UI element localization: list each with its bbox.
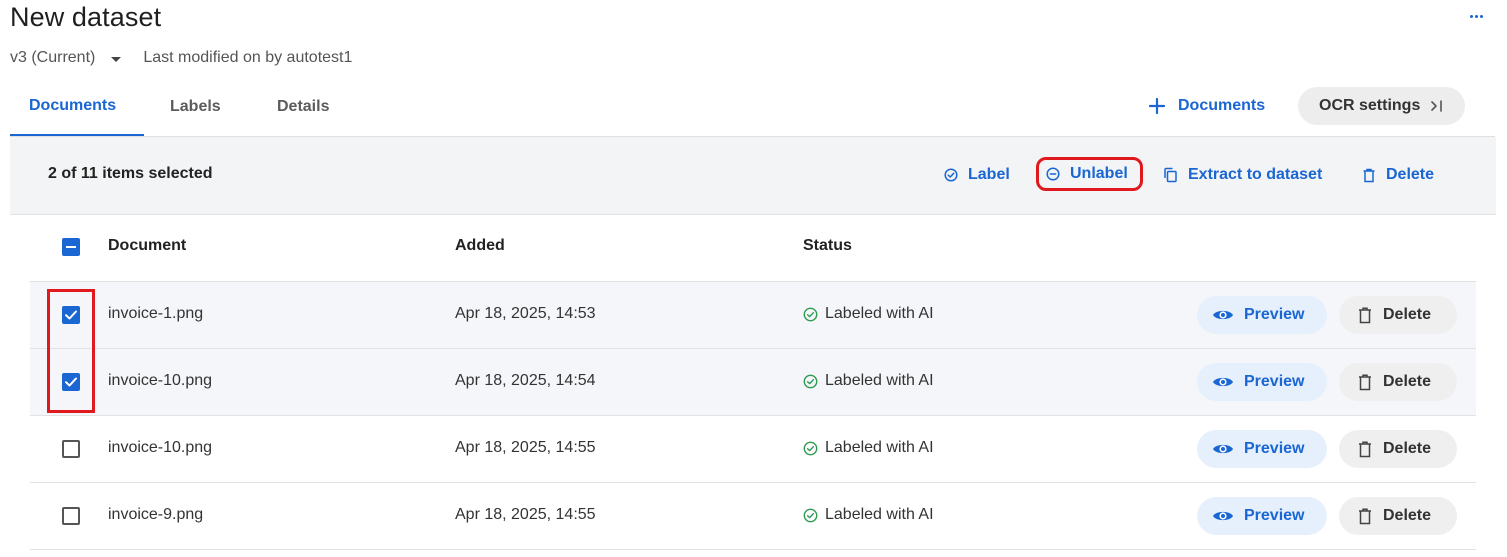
more-icon-dot <box>1479 14 1483 18</box>
unlabel-button[interactable]: Unlabel <box>1036 157 1143 191</box>
column-header-status[interactable]: Status <box>803 237 852 255</box>
preview-label: Preview <box>1244 306 1305 323</box>
more-options-button[interactable] <box>1465 9 1487 23</box>
select-all-checkbox[interactable] <box>62 238 80 256</box>
delete-row-button[interactable]: Delete <box>1339 430 1457 468</box>
eye-icon <box>1213 310 1233 320</box>
extract-to-dataset-button[interactable]: Extract to dataset <box>1163 163 1322 187</box>
copy-icon <box>1164 167 1177 183</box>
check-circle-icon <box>803 374 818 388</box>
version-selector[interactable]: v3 (Current) <box>10 49 122 67</box>
chevron-down-icon <box>111 56 122 62</box>
added-date: Apr 18, 2025, 14:53 <box>455 305 596 322</box>
added-date: Apr 18, 2025, 14:55 <box>455 506 596 523</box>
tab-labels[interactable]: Labels <box>144 78 254 136</box>
delete-row-button[interactable]: Delete <box>1339 363 1457 401</box>
minus-circle-icon <box>1046 167 1060 181</box>
preview-button[interactable]: Preview <box>1197 363 1327 401</box>
trash-icon <box>1359 306 1371 323</box>
delete-label: Delete <box>1383 373 1432 390</box>
check-circle-icon <box>803 441 818 455</box>
selection-toolbar: 2 of 11 items selected Label Unlabel Ext… <box>10 137 1496 215</box>
column-header-document[interactable]: Document <box>108 237 186 255</box>
eye-icon <box>1213 444 1233 454</box>
delete-label: Delete <box>1383 440 1432 457</box>
preview-label: Preview <box>1244 373 1305 390</box>
table-row[interactable]: invoice-9.png Apr 18, 2025, 14:55 Labele… <box>30 483 1476 550</box>
status-cell: Labeled with AI <box>803 506 934 524</box>
column-header-added[interactable]: Added <box>455 237 505 255</box>
more-icon-dot <box>1474 14 1478 18</box>
status-text: Labeled with AI <box>825 372 934 389</box>
status-cell: Labeled with AI <box>803 305 934 323</box>
row-checkbox[interactable] <box>62 507 80 525</box>
delete-label: Delete <box>1383 306 1432 323</box>
document-name[interactable]: invoice-9.png <box>108 506 203 524</box>
trash-icon <box>1359 440 1371 457</box>
delete-row-button[interactable]: Delete <box>1339 296 1457 334</box>
unlabel-button-text: Unlabel <box>1070 165 1128 182</box>
document-name[interactable]: invoice-1.png <box>108 305 203 323</box>
added-date: Apr 18, 2025, 14:55 <box>455 439 596 456</box>
status-cell: Labeled with AI <box>803 439 934 457</box>
preview-button[interactable]: Preview <box>1197 497 1327 535</box>
preview-label: Preview <box>1244 507 1305 524</box>
status-text: Labeled with AI <box>825 439 934 456</box>
check-circle-icon <box>944 168 958 182</box>
table-row[interactable]: invoice-10.png Apr 18, 2025, 14:54 Label… <box>30 349 1476 416</box>
preview-label: Preview <box>1244 440 1305 457</box>
add-documents-button[interactable]: Documents <box>1148 94 1265 118</box>
last-modified-text: Last modified on by autotest1 <box>143 49 353 66</box>
panel-expand-icon <box>1431 100 1443 112</box>
added-date: Apr 18, 2025, 14:54 <box>455 372 596 389</box>
status-text: Labeled with AI <box>825 506 934 523</box>
row-checkbox[interactable] <box>62 306 80 324</box>
table-row[interactable]: invoice-1.png Apr 18, 2025, 14:53 Labele… <box>30 282 1476 349</box>
row-checkbox[interactable] <box>62 373 80 391</box>
delete-selected-text: Delete <box>1386 166 1435 183</box>
version-label: v3 (Current) <box>10 49 96 66</box>
check-icon <box>65 377 77 387</box>
trash-icon <box>1363 168 1375 182</box>
dataset-meta: v3 (Current) Last modified on by autotes… <box>10 48 352 68</box>
more-icon <box>1469 14 1473 18</box>
label-button[interactable]: Label <box>944 163 1010 187</box>
delete-selected-button[interactable]: Delete <box>1362 163 1434 187</box>
preview-button[interactable]: Preview <box>1197 430 1327 468</box>
status-cell: Labeled with AI <box>803 372 934 390</box>
trash-icon <box>1359 373 1371 390</box>
check-icon <box>65 310 77 320</box>
ocr-settings-label: OCR settings <box>1319 97 1421 114</box>
document-name[interactable]: invoice-10.png <box>108 372 212 390</box>
trash-icon <box>1359 507 1371 524</box>
table-row[interactable]: invoice-10.png Apr 18, 2025, 14:55 Label… <box>30 416 1476 483</box>
table-header: Document Added Status <box>30 215 1476 282</box>
document-name[interactable]: invoice-10.png <box>108 439 212 457</box>
eye-icon <box>1213 377 1233 387</box>
status-text: Labeled with AI <box>825 305 934 322</box>
selection-count: 2 of 11 items selected <box>48 165 213 182</box>
label-button-text: Label <box>968 166 1010 183</box>
eye-icon <box>1213 511 1233 521</box>
delete-label: Delete <box>1383 507 1432 524</box>
check-circle-icon <box>803 508 818 522</box>
plus-icon <box>1148 97 1166 115</box>
tab-details[interactable]: Details <box>254 78 354 136</box>
page-title: New dataset <box>10 2 162 32</box>
tab-bar: Documents Labels Details <box>10 78 354 136</box>
add-documents-label: Documents <box>1178 97 1266 114</box>
ocr-settings-button[interactable]: OCR settings <box>1298 87 1465 125</box>
tab-documents[interactable]: Documents <box>10 78 144 136</box>
row-checkbox[interactable] <box>62 440 80 458</box>
extract-button-text: Extract to dataset <box>1188 166 1323 183</box>
check-circle-icon <box>803 307 818 321</box>
delete-row-button[interactable]: Delete <box>1339 497 1457 535</box>
preview-button[interactable]: Preview <box>1197 296 1327 334</box>
